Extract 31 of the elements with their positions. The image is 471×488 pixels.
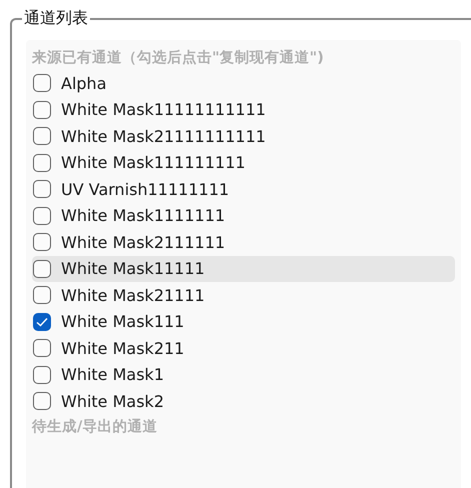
checkbox[interactable] [33, 366, 51, 384]
check-icon [36, 316, 48, 327]
checkbox[interactable] [33, 392, 51, 410]
checkbox[interactable] [33, 127, 51, 146]
channel-label: White Mask111 [61, 312, 184, 332]
checkbox[interactable] [33, 180, 51, 198]
checkbox[interactable] [33, 154, 51, 172]
channel-label: White Mask21111 [61, 286, 205, 305]
group-title: 通道列表 [22, 8, 90, 28]
channel-label: UV Varnish11111111 [61, 180, 230, 199]
checkbox[interactable] [33, 286, 51, 304]
checkbox[interactable] [33, 100, 51, 119]
checkbox[interactable] [33, 339, 51, 358]
checkbox[interactable] [33, 233, 51, 252]
channel-label: Alpha [61, 74, 106, 93]
channel-label: White Mask11111 [61, 259, 205, 278]
list-row[interactable]: White Mask11111 [32, 256, 455, 282]
channel-label: White Mask2 [61, 392, 164, 411]
channel-label: White Mask1 [61, 365, 164, 384]
channel-label: White Mask1111111 [61, 206, 226, 226]
channel-label: White Mask11111111111 [61, 100, 266, 120]
channel-label: White Mask111111111 [61, 153, 246, 172]
channel-label: White Mask2111111 [61, 232, 226, 252]
checkbox[interactable] [33, 260, 51, 278]
checkbox[interactable] [33, 206, 51, 225]
checkbox[interactable] [33, 312, 51, 331]
section-header: 来源已有通道（勾选后点击"复制现有通道") [32, 48, 324, 68]
channel-label: White Mask21111111111 [61, 126, 266, 146]
checkbox[interactable] [33, 74, 51, 92]
channel-label: White Mask211 [61, 338, 184, 358]
section-header: 待生成/导出的通道 [32, 418, 158, 436]
